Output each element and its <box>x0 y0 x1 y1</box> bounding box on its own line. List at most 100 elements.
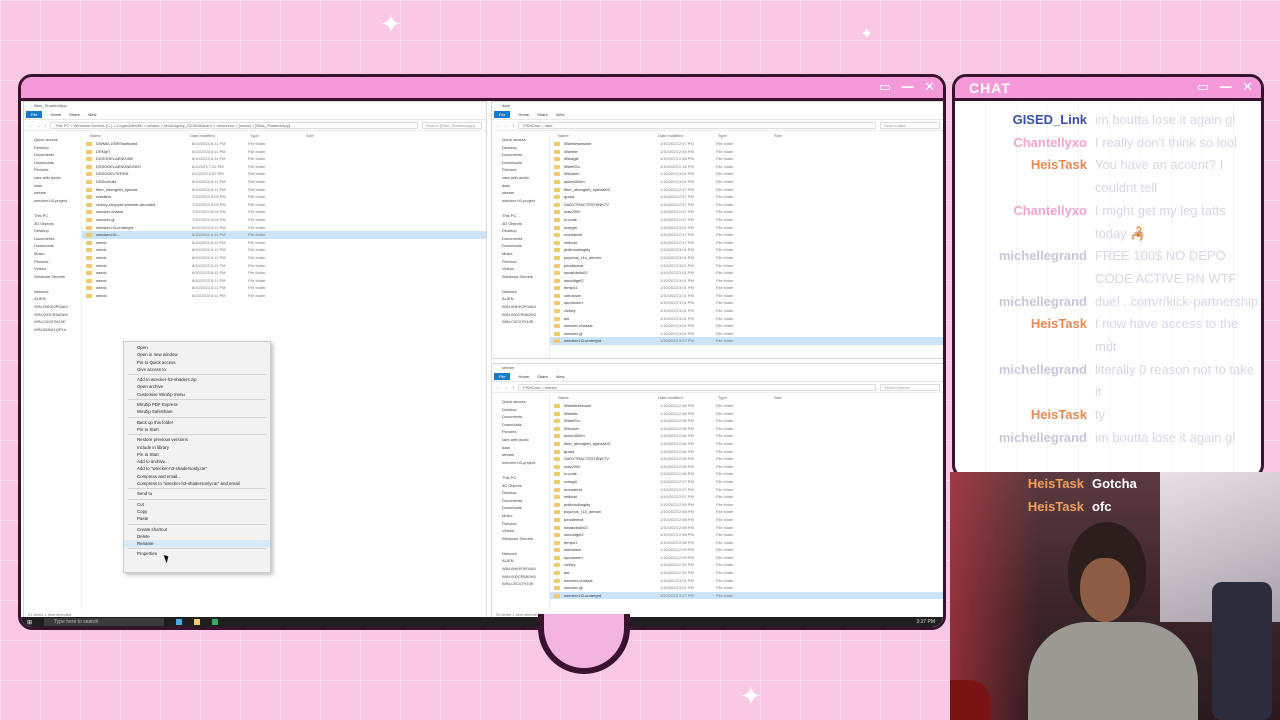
nav-item[interactable]: stream <box>492 189 549 197</box>
column-type[interactable]: Type <box>250 132 306 140</box>
file-row[interactable]: wrecker-chassis 1/10/2023 3:01 PM File fol… <box>550 577 943 585</box>
file-row[interactable]: wreck 8/10/2023 6:11 PM File folder <box>82 277 486 285</box>
context-menu-item[interactable]: Add to "wrecker-h3-shadersonly.rar" <box>124 465 270 472</box>
browser-icon[interactable] <box>212 619 219 625</box>
forward-icon[interactable]: → <box>504 385 508 390</box>
explorer-window-stream[interactable]: stream File Home Share View ← → ↑ FRMCar… <box>491 363 943 619</box>
nav-item[interactable]: cars with audio <box>492 436 549 444</box>
tab-home[interactable]: Home <box>50 112 61 117</box>
file-row[interactable]: psychos_r14_demon 1/10/2023 3:01 PM File f… <box>550 254 943 262</box>
nav-item[interactable]: wrecker-h3-project <box>24 197 81 205</box>
tab-view[interactable]: View <box>556 112 565 117</box>
nav-item[interactable]: data <box>492 182 549 190</box>
file-row[interactable]: wrecker-gl 7/10/2023 5:04 PM File folder <box>82 216 486 224</box>
tab-file[interactable]: File <box>26 111 43 118</box>
nav-item[interactable]: Downloads <box>492 421 549 429</box>
nav-item[interactable]: 3D Objects <box>24 220 81 228</box>
forward-icon[interactable]: → <box>504 123 508 128</box>
context-menu-item[interactable]: Cut <box>124 501 270 508</box>
context-menu-item[interactable]: Customise WinZip menu <box>124 391 270 398</box>
nav-item[interactable]: Network <box>492 288 549 296</box>
tab-home[interactable]: Home <box>518 374 529 379</box>
file-row[interactable]: monstercil 1/10/2023 2:47 PM File folder <box>550 231 943 239</box>
nav-item[interactable]: Documents <box>492 497 549 505</box>
file-row[interactable]: aw 1/10/2023 2:59 PM File folder <box>550 569 943 577</box>
column-size[interactable]: Size <box>306 132 314 140</box>
context-menu-item[interactable]: Send to <box>124 490 270 497</box>
nav-item[interactable]: Quick access <box>492 136 549 144</box>
file-row[interactable]: 0Bruiser 1/10/2023 3:01 PM File folder <box>550 170 943 178</box>
nav-item[interactable]: Desktop <box>24 227 81 235</box>
nav-item[interactable]: Desktop <box>492 227 549 235</box>
nav-item[interactable]: WIN-0HKK0P04A0 <box>492 565 549 573</box>
path-input[interactable]: This PC > Windows Secrets (C:) > LoganAl… <box>50 121 418 129</box>
nav-item[interactable]: data <box>492 444 549 452</box>
file-row[interactable]: wrecker-h3-undergrd 1/10/2023 3:27 PM File… <box>550 337 943 346</box>
search-input[interactable]: Search [Bliss_ShadersApp] <box>422 121 482 129</box>
file-explorer-icon[interactable] <box>194 619 201 625</box>
nav-item[interactable]: Downloads <box>492 159 549 167</box>
up-icon[interactable]: ↑ <box>44 123 46 128</box>
nav-item[interactable]: Downloads <box>492 242 549 250</box>
tab-home[interactable]: Home <box>518 112 529 117</box>
up-icon[interactable]: ↑ <box>512 123 514 128</box>
file-row[interactable]: philbrockinglity 1/10/2023 2:58 PM File fo… <box>550 501 943 509</box>
file-row[interactable]: tempo1 1/10/2023 2:58 PM File folder <box>550 539 943 547</box>
context-menu-item[interactable]: Pin to Quick access <box>124 359 270 366</box>
nav-item[interactable]: Documents <box>24 235 81 243</box>
nav-item[interactable]: Desktop <box>492 489 549 497</box>
file-row[interactable]: wreck 8/10/2023 6:11 PM File folder <box>82 284 486 292</box>
nav-item[interactable]: WIN-000CR5A0H0 <box>24 311 81 319</box>
nav-item[interactable]: WIN-0M0A1QP1V <box>24 326 81 334</box>
nav-item[interactable]: data <box>24 182 81 190</box>
context-menu-item[interactable]: Give access to <box>124 366 270 373</box>
nav-item[interactable]: Pictures <box>492 258 549 266</box>
nav-item[interactable]: wrecker-h3-project <box>492 459 549 467</box>
file-row[interactable]: guard 1/10/2023 2:47 PM File folder <box>550 193 943 201</box>
file-row[interactable]: 0BeefGo 1/10/2023 2:46 PM File folder <box>550 163 943 171</box>
tab-file[interactable]: File <box>494 111 511 118</box>
file-row[interactable]: ic-code 1/10/2023 2:47 PM File folder <box>550 216 943 224</box>
file-row[interactable]: monstercil 1/10/2023 2:57 PM File folder <box>550 486 943 494</box>
file-row[interactable]: wrecker-gl 1/10/2023 3:01 PM File folder <box>550 330 943 338</box>
file-row[interactable]: mtlboid 1/10/2023 2:47 PM File folder <box>550 239 943 247</box>
nav-item[interactable]: Pictures <box>24 166 81 174</box>
context-menu-item[interactable]: Add to archive... <box>124 458 270 465</box>
back-icon[interactable]: ← <box>28 123 32 128</box>
nav-item[interactable]: Pictures <box>492 428 549 436</box>
taskview-icon[interactable] <box>176 619 183 625</box>
file-row[interactable]: wreck 8/10/2023 6:11 PM File folder <box>82 246 486 254</box>
path-input[interactable]: FRMCars > stream <box>518 383 876 391</box>
context-menu-item[interactable]: Open in new window <box>124 351 270 358</box>
file-row[interactable]: G6DXTRACTESTANKTV 1/10/2023 2:56 PM File f… <box>550 455 943 463</box>
file-row[interactable]: wrecker-h3-undergrd 1/10/2023 3:27 PM File… <box>550 591 943 600</box>
nav-item[interactable]: Pictures <box>24 258 81 266</box>
file-row[interactable]: sinoddget2 1/10/2023 3:01 PM File folder <box>550 277 943 285</box>
column-date[interactable]: Date modified <box>190 132 250 140</box>
forward-icon[interactable]: → <box>36 123 40 128</box>
file-row[interactable]: sportsmen 1/10/2023 2:59 PM File folder <box>550 554 943 562</box>
file-row[interactable]: sinoddget2 1/10/2023 2:58 PM File folder <box>550 531 943 539</box>
nav-item[interactable]: WIN-000CR5A0H0 <box>492 311 549 319</box>
file-row[interactable]: 0BeefGo 1/10/2023 2:56 PM File folder <box>550 417 943 425</box>
context-menu-item[interactable]: Create shortcut <box>124 526 270 533</box>
nav-item[interactable]: Downloads <box>24 242 81 250</box>
nav-item[interactable]: Network <box>24 288 81 296</box>
up-icon[interactable]: ↑ <box>512 385 514 390</box>
file-row[interactable]: DSSODELAENGINE 8/10/2023 6:11 PM File fold… <box>82 155 486 163</box>
file-row[interactable]: mav200h 1/10/2023 2:47 PM File folder <box>550 208 943 216</box>
file-row[interactable]: DSSODELAENGNEINNT 8/1/2023 7:22 PM File fo… <box>82 163 486 171</box>
file-row[interactable]: guard 1/10/2023 2:56 PM File folder <box>550 448 943 456</box>
nav-item[interactable]: cars with audio <box>492 174 549 182</box>
file-row[interactable]: smashbulk02 1/10/2023 3:01 PM File folder <box>550 269 943 277</box>
file-row[interactable]: 0Bruiser 1/10/2023 2:56 PM File folder <box>550 425 943 433</box>
column-name[interactable]: Name <box>90 132 190 140</box>
file-row[interactable]: wreck 8/10/2023 6:11 PM File folder <box>82 239 486 247</box>
nav-item[interactable]: Videos <box>492 265 549 273</box>
file-row[interactable]: wrecker-chains 7/10/2023 6:04 PM File fold… <box>82 208 486 216</box>
path-input[interactable]: FRMCars > data <box>518 121 876 129</box>
file-row[interactable]: wrecker-h3-... 8/10/2023 6:11 PM File fold… <box>82 231 486 239</box>
context-menu-item[interactable]: Open archive <box>124 383 270 390</box>
chat-username[interactable]: GISED_Link <box>955 109 1095 132</box>
file-row[interactable]: wreck 8/10/2023 6:11 PM File folder <box>82 292 486 300</box>
